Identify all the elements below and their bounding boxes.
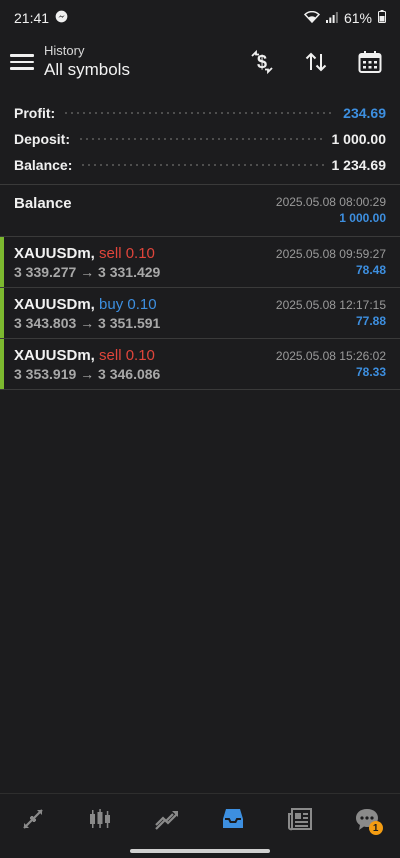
currency-exchange-icon[interactable]: $ (248, 48, 276, 76)
deal-row[interactable]: XAUUSDm, sell 0.10 3 353.919 → 3 346.086… (0, 339, 400, 390)
summary-value: 1 000.00 (331, 131, 387, 147)
quotes-icon[interactable] (13, 799, 53, 839)
page-subtitle: History (44, 43, 85, 58)
deal-date: 2025.05.08 09:59:27 (275, 247, 386, 261)
balance-entry[interactable]: Balance 2025.05.08 08:00:29 1 000.00 (0, 185, 400, 236)
chart-icon[interactable] (80, 799, 120, 839)
page-title: All symbols (44, 60, 130, 79)
deal-row[interactable]: XAUUSDm, buy 0.10 3 343.803 → 3 351.591 … (0, 288, 400, 339)
battery-text: 61% (343, 10, 372, 26)
title-block[interactable]: History All symbols (44, 43, 248, 81)
summary-value: 234.69 (343, 105, 386, 121)
deal-row[interactable]: XAUUSDm, sell 0.10 3 339.277 → 3 331.429… (0, 237, 400, 288)
dotted-leader (78, 138, 324, 140)
home-indicator[interactable] (130, 849, 270, 853)
battery-icon (378, 10, 386, 26)
deal-symbol: XAUUSDm, (14, 296, 95, 313)
summary-row-profit: Profit: 234.69 (14, 100, 386, 126)
summary-row-deposit: Deposit: 1 000.00 (14, 126, 386, 152)
messenger-icon (55, 10, 68, 26)
signal-icon (325, 10, 338, 26)
deal-symbol: XAUUSDm, (14, 245, 95, 262)
deal-side: buy 0.10 (99, 296, 157, 313)
deal-side: sell 0.10 (99, 245, 155, 262)
summary-section: Profit: 234.69 Deposit: 1 000.00 Balance… (0, 88, 400, 184)
summary-label: Balance: (14, 157, 73, 173)
deal-prices: 3 343.803 → 3 351.591 (14, 315, 161, 331)
deal-symbol: XAUUSDm, (14, 347, 95, 364)
deal-date: 2025.05.08 12:17:15 (275, 298, 386, 312)
dotted-leader (63, 112, 336, 114)
deal-prices: 3 339.277 → 3 331.429 (14, 264, 161, 280)
calendar-icon[interactable] (356, 48, 384, 76)
balance-entry-date: 2025.05.08 08:00:29 (275, 195, 386, 209)
history-icon[interactable] (213, 799, 253, 839)
summary-row-balance: Balance: 1 234.69 (14, 152, 386, 178)
summary-value: 1 234.69 (331, 157, 387, 173)
chat-icon[interactable]: 1 (347, 799, 387, 839)
summary-label: Profit: (14, 105, 56, 121)
summary-label: Deposit: (14, 131, 70, 147)
app-bar: History All symbols $ (0, 36, 400, 88)
deal-side: sell 0.10 (99, 347, 155, 364)
deal-profit: 77.88 (355, 314, 386, 328)
news-icon[interactable] (280, 799, 320, 839)
deal-date: 2025.05.08 15:26:02 (275, 349, 386, 363)
dotted-leader (80, 164, 324, 166)
chat-badge: 1 (368, 821, 383, 835)
menu-icon[interactable] (10, 50, 34, 74)
bottom-nav: 1 (0, 793, 400, 844)
sort-icon[interactable] (302, 48, 330, 76)
deal-profit: 78.33 (355, 365, 386, 379)
balance-entry-amount: 1 000.00 (339, 211, 386, 225)
deal-profit: 78.48 (355, 263, 386, 277)
status-bar: 21:41 61% (0, 0, 400, 36)
deal-prices: 3 353.919 → 3 346.086 (14, 366, 161, 382)
trade-icon[interactable] (147, 799, 187, 839)
balance-entry-title: Balance (14, 195, 72, 212)
wifi-icon (303, 10, 321, 26)
status-time: 21:41 (14, 10, 50, 26)
